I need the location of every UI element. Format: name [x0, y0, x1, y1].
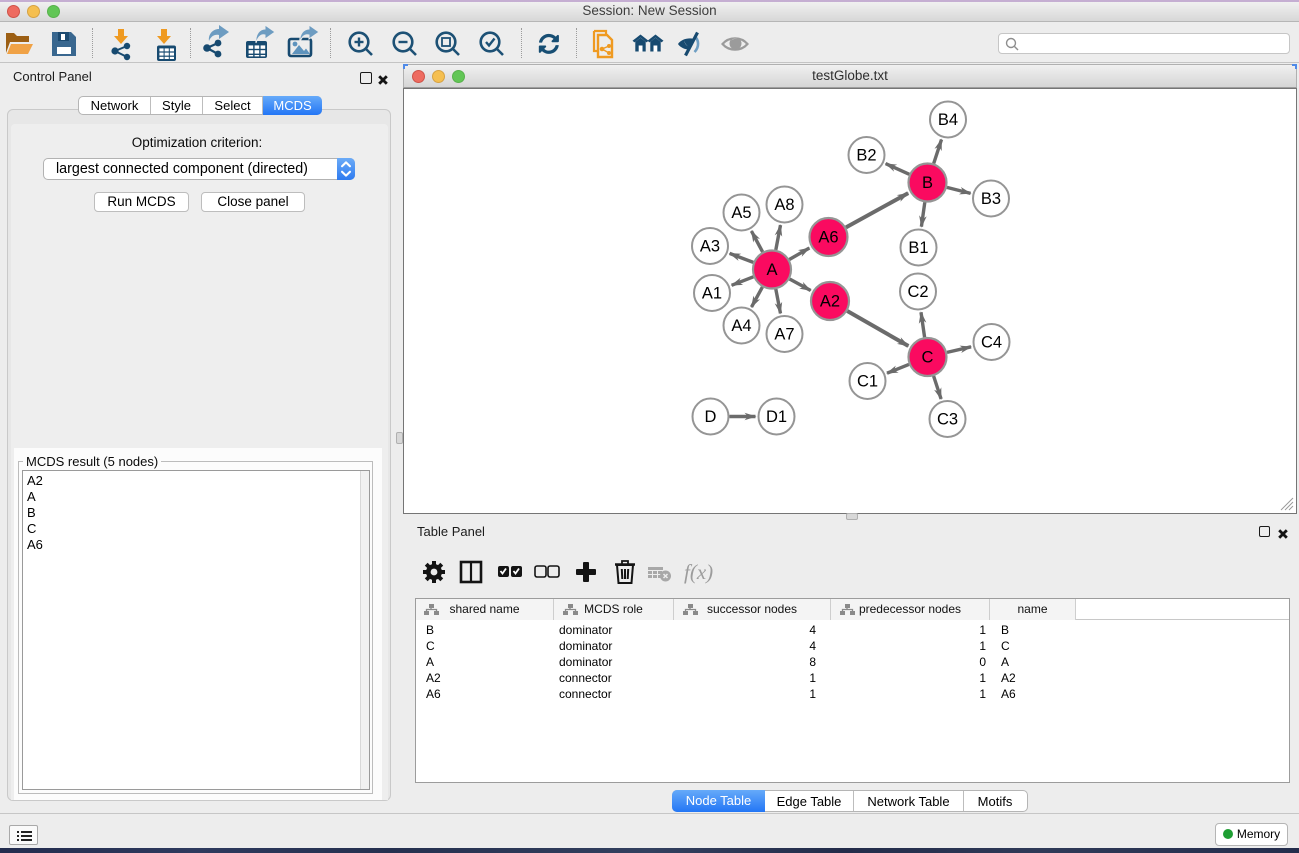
svg-text:A: A — [766, 261, 777, 279]
svg-text:A6: A6 — [818, 229, 838, 247]
svg-text:A5: A5 — [731, 204, 751, 222]
svg-text:C3: C3 — [937, 411, 958, 429]
svg-text:C4: C4 — [981, 334, 1002, 352]
svg-text:B2: B2 — [856, 147, 876, 165]
svg-text:C: C — [922, 349, 934, 367]
svg-text:B4: B4 — [938, 111, 958, 129]
svg-text:A7: A7 — [774, 326, 794, 344]
svg-text:B1: B1 — [908, 239, 928, 257]
svg-text:D: D — [705, 408, 717, 426]
svg-text:A8: A8 — [774, 196, 794, 214]
svg-text:A2: A2 — [820, 293, 840, 311]
svg-text:C1: C1 — [857, 373, 878, 391]
svg-text:A3: A3 — [700, 238, 720, 256]
svg-text:A4: A4 — [731, 317, 751, 335]
svg-text:A1: A1 — [702, 285, 722, 303]
svg-text:D1: D1 — [766, 408, 787, 426]
svg-text:C2: C2 — [907, 283, 928, 301]
svg-text:B: B — [922, 174, 933, 192]
svg-text:B3: B3 — [981, 190, 1001, 208]
